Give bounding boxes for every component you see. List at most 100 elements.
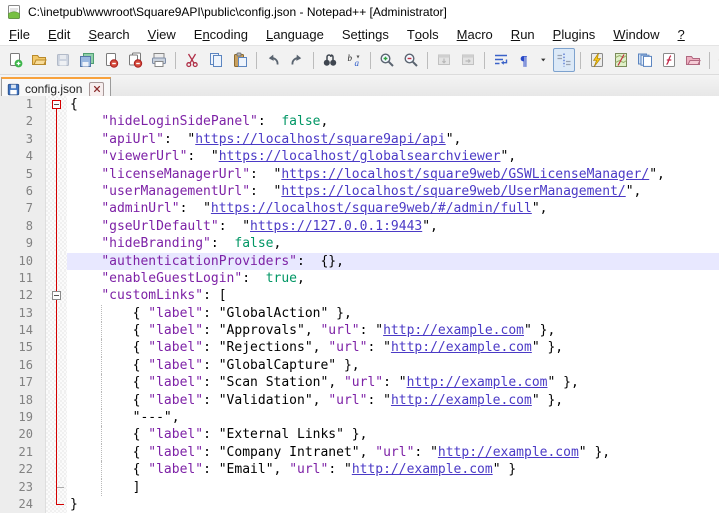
url-link[interactable]: http://example.com (391, 393, 532, 408)
paste-button[interactable] (229, 48, 251, 72)
toolbar-separator (313, 52, 314, 69)
menu-item-window[interactable]: Window (604, 23, 668, 45)
code-line-13[interactable]: 13 { "label": "GlobalAction" }, (0, 305, 719, 322)
function-list-button[interactable] (658, 48, 680, 72)
menu-item-settings[interactable]: Settings (333, 23, 398, 45)
code-line-24[interactable]: 24} (0, 496, 719, 513)
close-all-button[interactable] (124, 48, 146, 72)
zoom-in-button[interactable] (376, 48, 398, 72)
copy-button[interactable] (205, 48, 227, 72)
indent-guide-button[interactable] (553, 48, 575, 72)
url-link[interactable]: http://example.com (383, 323, 524, 338)
find-button[interactable] (319, 48, 341, 72)
menu-item-search[interactable]: Search (79, 23, 138, 45)
print-button[interactable] (148, 48, 170, 72)
code-text: "licenseManagerUrl": "https://localhost/… (67, 166, 719, 183)
saved-floppy-icon (7, 83, 20, 96)
svg-text:¶: ¶ (520, 54, 528, 68)
line-number: 9 (0, 235, 46, 252)
url-link[interactable]: http://example.com (391, 340, 532, 355)
window-title: C:\inetpub\wwwroot\Square9API\public\con… (28, 5, 447, 19)
url-link[interactable]: http://example.com (438, 445, 579, 460)
cut-icon (184, 52, 200, 68)
new-file-button[interactable] (4, 48, 26, 72)
menu-item-help[interactable]: ? (669, 23, 694, 45)
show-all-characters-dropdown-button[interactable] (538, 48, 551, 72)
url-link[interactable]: https://localhost/square9web/GSWLicenseM… (281, 167, 649, 182)
menu-item-language[interactable]: Language (257, 23, 333, 45)
menu-item-tools[interactable]: Tools (398, 23, 448, 45)
url-link[interactable]: https://localhost/square9api/api (195, 132, 445, 147)
word-wrap-button[interactable] (490, 48, 512, 72)
code-text: { "label": "GlobalCapture" }, (67, 357, 719, 374)
code-text: "userManagementUrl": "https://localhost/… (67, 183, 719, 200)
fold-marker[interactable] (46, 287, 67, 304)
code-text: "authenticationProviders": {}, (67, 253, 719, 270)
menu-item-encoding[interactable]: Encoding (185, 23, 257, 45)
replace-button[interactable]: ba (343, 48, 365, 72)
code-line-7[interactable]: 7 "adminUrl": "https://localhost/square9… (0, 200, 719, 217)
url-link[interactable]: https://localhost/square9web/UserManagem… (281, 184, 625, 199)
code-text: "enableGuestLogin": true, (67, 270, 719, 287)
url-link[interactable]: https://127.0.0.1:9443 (250, 219, 422, 234)
code-line-10[interactable]: 10 "authenticationProviders": {}, (0, 253, 719, 270)
code-line-19[interactable]: 19 "---", (0, 409, 719, 426)
document-list-button[interactable] (634, 48, 656, 72)
close-icon (103, 52, 119, 68)
tab-close-button[interactable] (89, 82, 104, 97)
code-line-17[interactable]: 17 { "label": "Scan Station", "url": "ht… (0, 374, 719, 391)
code-line-18[interactable]: 18 { "label": "Validation", "url": "http… (0, 392, 719, 409)
code-line-8[interactable]: 8 "gseUrlDefault": "https://127.0.0.1:94… (0, 218, 719, 235)
folder-as-workspace-button[interactable] (682, 48, 704, 72)
show-all-characters-button[interactable]: ¶ (514, 48, 536, 72)
url-link[interactable]: http://example.com (352, 462, 493, 477)
code-line-21[interactable]: 21 { "label": "Company Intranet", "url":… (0, 444, 719, 461)
sync-vertical-button (433, 48, 455, 72)
code-line-22[interactable]: 22 { "label": "Email", "url": "http://ex… (0, 461, 719, 478)
code-line-15[interactable]: 15 { "label": "Rejections", "url": "http… (0, 339, 719, 356)
zoom-out-button[interactable] (400, 48, 422, 72)
menu-item-macro[interactable]: Macro (448, 23, 502, 45)
function-list-icon (661, 52, 677, 68)
code-line-6[interactable]: 6 "userManagementUrl": "https://localhos… (0, 183, 719, 200)
code-line-11[interactable]: 11 "enableGuestLogin": true, (0, 270, 719, 287)
url-link[interactable]: https://localhost/square9web/#/admin/ful… (211, 201, 532, 216)
code-line-2[interactable]: 2 "hideLoginSidePanel": false, (0, 113, 719, 130)
save-all-icon (79, 52, 95, 68)
redo-button[interactable] (286, 48, 308, 72)
code-line-4[interactable]: 4 "viewerUrl": "https://localhost/global… (0, 148, 719, 165)
code-line-23[interactable]: 23 ] (0, 479, 719, 496)
code-editor[interactable]: 1{2 "hideLoginSidePanel": false,3 "apiUr… (0, 96, 719, 515)
code-line-5[interactable]: 5 "licenseManagerUrl": "https://localhos… (0, 166, 719, 183)
document-map-button[interactable] (610, 48, 632, 72)
fold-marker[interactable] (46, 96, 67, 113)
code-line-3[interactable]: 3 "apiUrl": "https://localhost/square9ap… (0, 131, 719, 148)
line-number: 23 (0, 479, 46, 496)
open-folder-button[interactable] (28, 48, 50, 72)
menu-item-view[interactable]: View (139, 23, 185, 45)
cut-button[interactable] (181, 48, 203, 72)
line-number: 5 (0, 166, 46, 183)
code-text: "adminUrl": "https://localhost/square9we… (67, 200, 719, 217)
menu-item-run[interactable]: Run (502, 23, 544, 45)
url-link[interactable]: https://localhost/globalsearchviewer (219, 149, 501, 164)
user-defined-language-button[interactable] (586, 48, 608, 72)
save-all-button[interactable] (76, 48, 98, 72)
editor-body: 1{2 "hideLoginSidePanel": false,3 "apiUr… (0, 96, 719, 513)
fold-margin (46, 426, 67, 443)
code-line-9[interactable]: 9 "hideBranding": false, (0, 235, 719, 252)
close-button[interactable] (100, 48, 122, 72)
menu-item-file[interactable]: File (0, 23, 39, 45)
code-line-20[interactable]: 20 { "label": "External Links" }, (0, 426, 719, 443)
url-link[interactable]: http://example.com (407, 375, 548, 390)
code-line-12[interactable]: 12 "customLinks": [ (0, 287, 719, 304)
menu-item-edit[interactable]: Edit (39, 23, 79, 45)
show-all-characters-dropdown-icon (539, 52, 550, 68)
code-line-16[interactable]: 16 { "label": "GlobalCapture" }, (0, 357, 719, 374)
undo-button[interactable] (262, 48, 284, 72)
code-line-14[interactable]: 14 { "label": "Approvals", "url": "http:… (0, 322, 719, 339)
menu-item-plugins[interactable]: Plugins (544, 23, 605, 45)
monitoring-button[interactable] (715, 48, 719, 72)
code-line-1[interactable]: 1{ (0, 96, 719, 113)
line-number: 11 (0, 270, 46, 287)
